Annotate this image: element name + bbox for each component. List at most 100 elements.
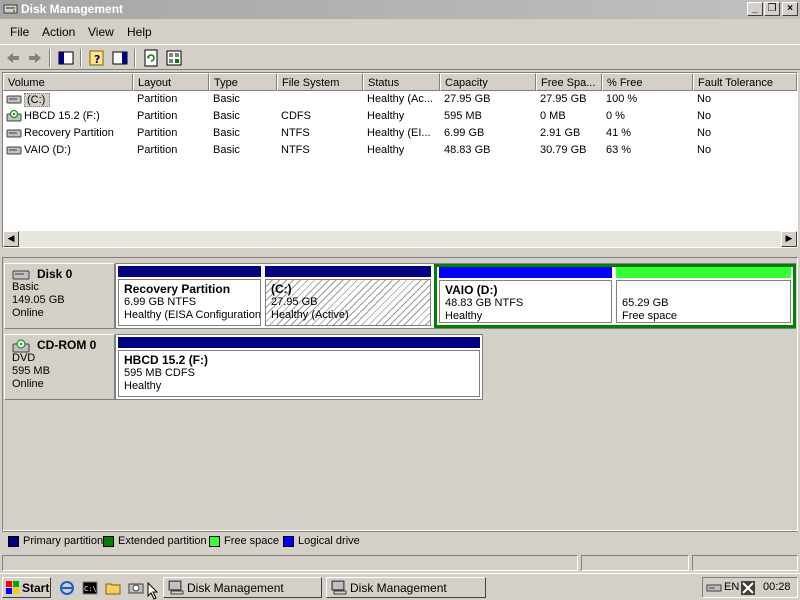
disk-kind: Basic: [12, 281, 39, 293]
title-bar[interactable]: Disk Management _ ❐ ×: [0, 0, 800, 19]
partition-size: 27.95 GB: [271, 296, 318, 308]
free-space-cell: 30.79 GB: [540, 144, 587, 156]
minimize-button[interactable]: _: [747, 2, 763, 16]
taskbar-button-disk-management[interactable]: Disk Management: [326, 577, 486, 598]
internet-explorer-icon[interactable]: [59, 580, 75, 596]
legend-label: Free space: [224, 535, 280, 547]
column-header-percent-free[interactable]: % Free: [602, 73, 693, 91]
table-row[interactable]: Recovery Partition Partition Basic NTFS …: [3, 125, 797, 142]
task-label: Disk Management: [350, 581, 447, 595]
status-panel: [581, 555, 689, 571]
volume-cell: (C:): [24, 93, 51, 107]
tools-icon[interactable]: [740, 580, 756, 596]
start-button[interactable]: Start: [2, 577, 51, 598]
column-header-fault-tolerance[interactable]: Fault Tolerance: [693, 73, 797, 91]
language-indicator[interactable]: EN: [724, 581, 739, 593]
column-header-type[interactable]: Type: [209, 73, 277, 91]
file-system-cell: NTFS: [281, 144, 310, 156]
table-row[interactable]: (C:) Partition Basic Healthy (Ac... 27.9…: [3, 91, 797, 108]
status-panel: [692, 555, 798, 571]
partition-details: VAIO (D:) 48.83 GB NTFS Healthy: [439, 280, 612, 323]
column-header-file-system[interactable]: File System: [277, 73, 363, 91]
refresh-icon[interactable]: [141, 48, 161, 68]
partition-name: Recovery Partition: [124, 282, 231, 296]
partition-hbcd[interactable]: HBCD 15.2 (F:) 595 MB CDFS Healthy: [116, 335, 482, 399]
pane-splitter[interactable]: [0, 249, 800, 257]
disk-drive-icon[interactable]: [128, 580, 144, 596]
cd-drive-icon: [6, 110, 22, 122]
folder-icon[interactable]: [105, 580, 121, 596]
partition-details: Recovery Partition 6.99 GB NTFS Healthy …: [118, 279, 261, 326]
status-cell: Healthy: [367, 144, 405, 156]
column-header-layout[interactable]: Layout: [133, 73, 209, 91]
menu-help[interactable]: Help: [127, 25, 152, 39]
column-header-status[interactable]: Status: [363, 73, 440, 91]
status-cell: Healthy: [367, 110, 405, 122]
file-system-cell: CDFS: [281, 110, 311, 122]
cdrom-0-header[interactable]: CD-ROM 0 DVD 595 MB Online: [4, 334, 115, 400]
restore-button[interactable]: ❐: [764, 2, 780, 16]
disk-size: 149.05 GB: [12, 294, 65, 306]
toolbar: ?: [0, 44, 800, 70]
network-drive-icon[interactable]: [706, 581, 722, 594]
free-space-cell: 27.95 GB: [540, 93, 587, 105]
clock: 00:28: [763, 581, 791, 593]
fault-tolerance-cell: No: [697, 110, 712, 122]
free-space-cell: 0 MB: [540, 110, 566, 122]
menu-view[interactable]: View: [88, 25, 114, 39]
disk-state: Online: [12, 378, 44, 390]
properties-icon[interactable]: [110, 48, 130, 68]
partition-free-space[interactable]: 65.29 GB Free space: [614, 267, 793, 325]
legend-label: Extended partition: [118, 535, 207, 547]
file-system-cell: NTFS: [281, 127, 310, 139]
menu-action[interactable]: Action: [42, 25, 75, 39]
legend-swatch: [103, 536, 114, 547]
show-hide-tree-icon[interactable]: [56, 48, 76, 68]
extended-partition[interactable]: VAIO (D:) 48.83 GB NTFS Healthy 65.29 GB…: [434, 264, 796, 328]
capacity-cell: 595 MB: [444, 110, 482, 122]
disk-kind: DVD: [12, 352, 36, 364]
type-cell: Basic: [213, 110, 240, 122]
forward-arrow-icon[interactable]: [25, 48, 45, 68]
partition-details: 65.29 GB Free space: [616, 280, 791, 323]
help-icon[interactable]: ?: [87, 48, 107, 68]
partition-c[interactable]: (C:) 27.95 GB Healthy (Active): [263, 264, 433, 328]
status-cell: Healthy (Ac...: [367, 93, 434, 105]
legend-label: Primary partition: [23, 535, 104, 547]
disk-state: Online: [12, 307, 44, 319]
partition-size: 65.29 GB: [622, 297, 669, 309]
partition-details-selected: (C:) 27.95 GB Healthy (Active): [265, 279, 431, 326]
partition-size: 6.99 GB NTFS: [124, 296, 197, 308]
menu-file[interactable]: File: [10, 25, 29, 39]
windows-logo-icon: [6, 581, 19, 594]
rescan-disks-icon[interactable]: [164, 48, 184, 68]
back-arrow-icon[interactable]: [3, 48, 23, 68]
column-header-free-space[interactable]: Free Spa...: [536, 73, 602, 91]
task-label: Disk Management: [187, 581, 284, 595]
partition-status: Healthy: [445, 310, 483, 322]
table-row[interactable]: VAIO (D:) Partition Basic NTFS Healthy 4…: [3, 142, 797, 159]
computer-management-icon: [168, 580, 184, 595]
partition-name: VAIO (D:): [445, 283, 498, 297]
horizontal-scrollbar[interactable]: ◀ ▶: [3, 231, 797, 247]
table-row[interactable]: HBCD 15.2 (F:) Partition Basic CDFS Heal…: [3, 108, 797, 125]
partition-recovery[interactable]: Recovery Partition 6.99 GB NTFS Healthy …: [116, 264, 263, 328]
scroll-left-arrow-icon[interactable]: ◀: [3, 231, 19, 247]
taskbar: Start C:\ Disk Management Disk Managemen…: [0, 573, 800, 600]
column-header-capacity[interactable]: Capacity: [440, 73, 536, 91]
disk-0-header[interactable]: Disk 0 Basic 149.05 GB Online: [4, 263, 115, 329]
taskbar-button-disk-management[interactable]: Disk Management: [163, 577, 322, 598]
volume-cell: VAIO (D:): [24, 144, 71, 156]
partition-status: Healthy: [124, 380, 162, 392]
partition-vaio-d[interactable]: VAIO (D:) 48.83 GB NTFS Healthy: [437, 267, 614, 325]
scroll-right-arrow-icon[interactable]: ▶: [781, 231, 797, 247]
close-button[interactable]: ×: [782, 2, 798, 16]
column-header-volume[interactable]: Volume: [3, 73, 133, 91]
fault-tolerance-cell: No: [697, 127, 712, 139]
capacity-cell: 48.83 GB: [444, 144, 491, 156]
volume-list[interactable]: Volume Layout Type File System Status Ca…: [2, 72, 798, 248]
command-prompt-icon[interactable]: C:\: [82, 580, 98, 596]
legend-swatch: [283, 536, 294, 547]
disk-0-partition-map: Recovery Partition 6.99 GB NTFS Healthy …: [115, 263, 796, 329]
volume-cell: Recovery Partition: [24, 127, 114, 139]
